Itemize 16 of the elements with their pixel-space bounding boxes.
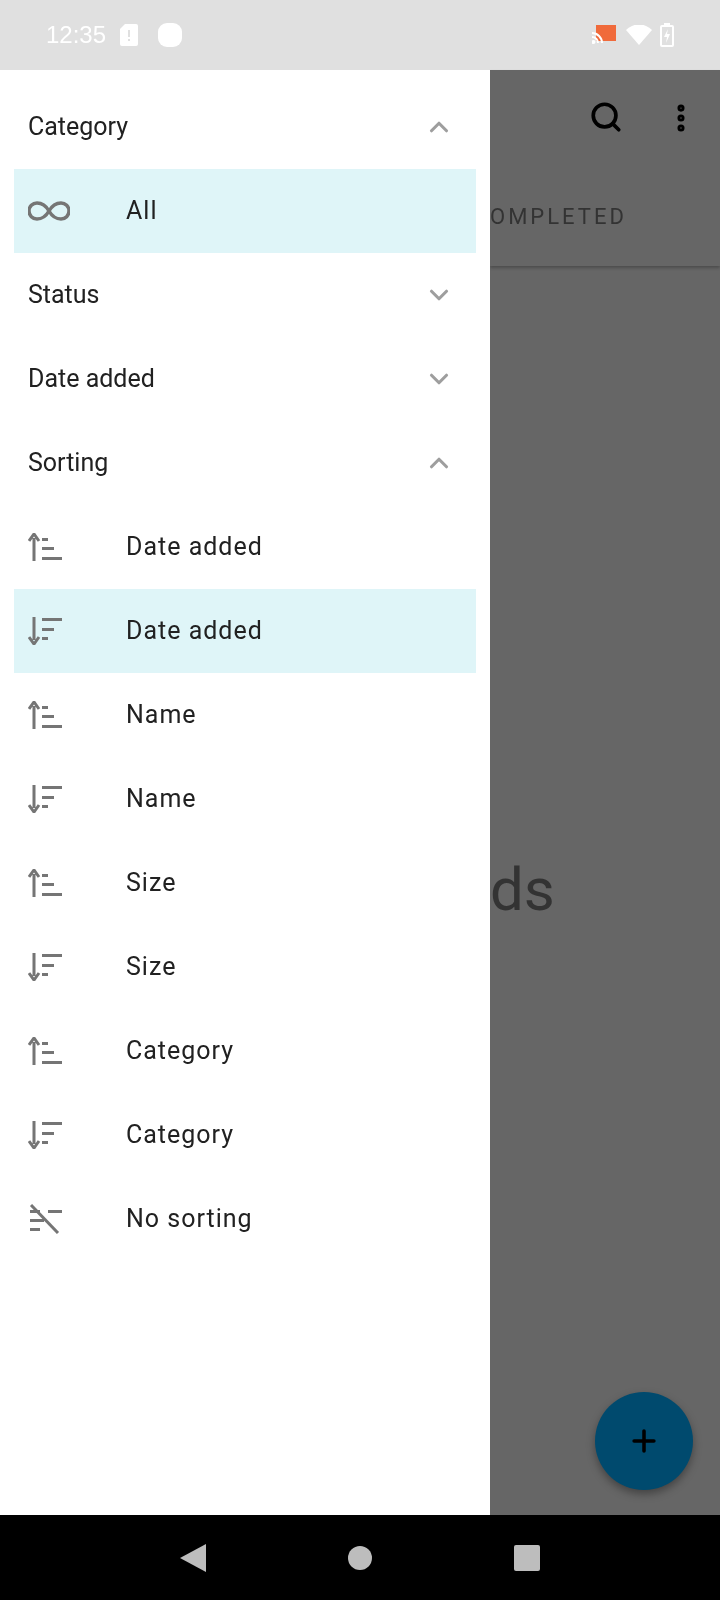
recents-icon[interactable]: [513, 1544, 540, 1571]
section-header[interactable]: Category: [0, 85, 490, 169]
back-icon[interactable]: [180, 1543, 207, 1572]
section-header[interactable]: Date added: [0, 337, 490, 421]
section-header[interactable]: Status: [0, 253, 490, 337]
drawer-item[interactable]: Date added: [14, 589, 476, 673]
infinity-icon: [28, 200, 70, 222]
battery-charging-icon: [660, 23, 674, 47]
search-icon[interactable]: [589, 100, 623, 134]
app-notification-icon: [158, 23, 183, 47]
cast-icon: [592, 25, 616, 45]
sim-alert-icon: [120, 24, 139, 46]
drawer-item[interactable]: All: [14, 169, 476, 253]
wifi-icon: [626, 25, 652, 45]
home-icon[interactable]: [347, 1544, 373, 1571]
section-header[interactable]: Sorting: [0, 421, 490, 505]
